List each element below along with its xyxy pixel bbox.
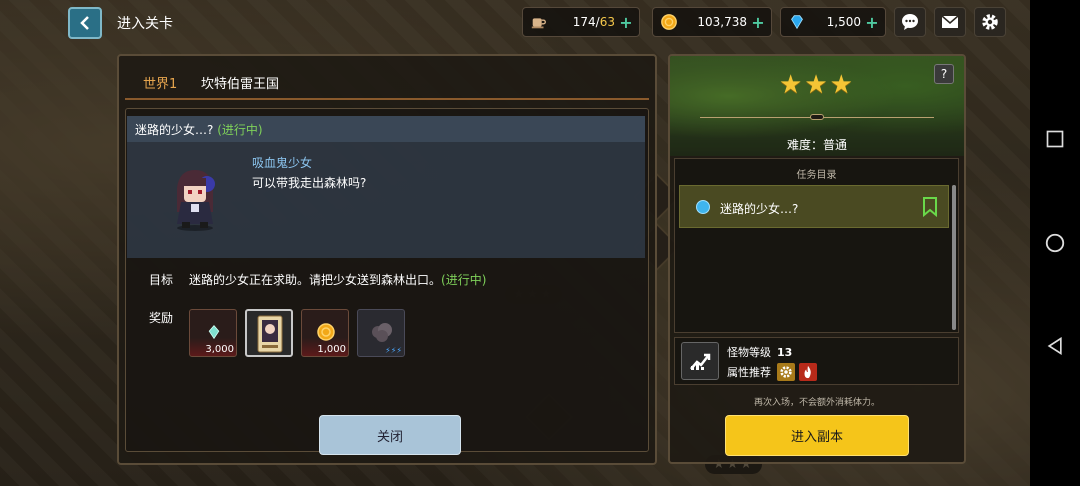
mission-list-header: 任务目录 [796,170,837,181]
goal-text: 迷路的少女正在求助。请把少女送到森林出口。(进行中) [189,273,487,287]
mail-envelope-icon [941,15,959,28]
hidden-reward-icon [370,320,394,344]
difficulty: 难度：普通 [786,138,848,152]
npc-dialog: 吸血鬼少女 可以带我走出森林吗? [127,142,645,258]
crystal-icon [202,320,226,344]
world-tab[interactable]: 世界1 [143,73,177,92]
quest-title-bar: 迷路的少女…? (进行中) [127,116,645,142]
monster-level-label: 怪物等级 [727,346,771,359]
gold-coin-icon [314,320,338,344]
stage-stars: ★ ★ ★ [779,72,853,98]
circle-icon [1045,233,1065,253]
add-gold-icon[interactable]: + [751,13,765,32]
header-divider [125,98,649,100]
npc-avatar [167,166,223,232]
stage-info-panel: 世界1 坎特伯雷王国 迷路的少女…? (进行中) 吸血鬼少女 可以带我走出森林吗… [117,54,657,465]
stamina-current: 174 [572,15,596,29]
triangle-back-icon [1047,336,1062,356]
goal-status: (进行中) [441,273,487,287]
gold-coin-icon [659,12,679,32]
reward-item-hidden[interactable]: ⚡⚡⚡ [357,309,405,357]
reward-energy-marks: ⚡⚡⚡ [385,346,402,355]
page-title: 进入关卡 [117,16,173,32]
nav-back-button[interactable] [1043,334,1067,358]
stamina-max: 63 [599,15,615,29]
android-navigation-bar [1030,0,1080,486]
reentry-hint: 再次入场，不会额外消耗体力。 [753,398,880,408]
hero-card-icon [257,315,283,353]
mission-list: 任务目录 迷路的少女…? [674,158,959,333]
reward-qty: 3,000 [205,344,234,355]
quest-title: 迷路的少女…? [135,123,214,137]
star-icon: ★ [804,70,828,100]
close-button[interactable]: 关闭 [319,415,461,455]
reward-item-crystal[interactable]: 3,000 [189,309,237,357]
blue-gem-icon [787,12,807,32]
gold-counter[interactable]: 103,738 + [652,7,772,37]
monster-info: 怪物等级 13 属性推荐 [674,337,959,385]
top-bar: 进入关卡 174/63 + 103,738 + 1,500 + [0,0,1030,44]
gem-counter[interactable]: 1,500 + [780,7,886,37]
help-button[interactable]: ? [934,64,954,84]
star-icon: ★ [829,70,853,100]
quest-status: (进行中) [217,123,263,137]
npc-name: 吸血鬼少女 [252,156,313,170]
reward-item-hero-card[interactable] [245,309,293,357]
chat-bubble-icon [902,14,918,30]
gear-icon [982,14,998,30]
difficulty-label: 难度 [786,138,811,152]
goal-label: 目标 [149,273,174,287]
home-button[interactable] [1043,231,1067,255]
gem-value: 1,500 [826,15,861,29]
reward-label: 奖励 [149,311,174,325]
star-icon: ★ [779,70,803,100]
gear-attribute-icon [777,363,795,381]
npc-dialog-text: 可以带我走出森林吗? [252,176,367,190]
chart-trend-icon [681,342,719,380]
square-icon [1046,130,1064,148]
chevron-left-icon [80,16,89,30]
monster-level-value: 13 [777,346,793,359]
gold-value: 103,738 [697,15,747,29]
fire-attribute-icon [799,363,817,381]
mission-item[interactable]: 迷路的少女…? [679,185,949,228]
attribute-label: 属性推荐 [727,366,771,379]
difficulty-value: 普通 [823,138,848,152]
reward-item-gold[interactable]: 1,000 [301,309,349,357]
recent-apps-button[interactable] [1043,127,1067,151]
enter-dungeon-button[interactable]: 进入副本 [725,415,909,456]
mission-scrollbar[interactable] [952,185,956,330]
coffee-cup-icon [529,12,549,32]
world-name: 坎特伯雷王国 [201,77,280,92]
mission-item-label: 迷路的少女…? [720,202,799,216]
mail-button[interactable] [934,7,966,37]
add-stamina-icon[interactable]: + [619,13,633,32]
divider-ornament [810,114,824,120]
add-gem-icon[interactable]: + [865,13,879,32]
reward-qty: 1,000 [317,344,346,355]
stamina-counter[interactable]: 174/63 + [522,7,640,37]
settings-button[interactable] [974,7,1006,37]
mission-status-dot [696,200,710,214]
back-button[interactable] [68,7,102,39]
bookmark-icon[interactable] [922,197,938,218]
stage-detail-panel: ? ★ ★ ★ 难度：普通 任务目录 迷路的少女…? 怪物等级 13 属性推荐 [668,54,966,464]
chat-button[interactable] [894,7,926,37]
